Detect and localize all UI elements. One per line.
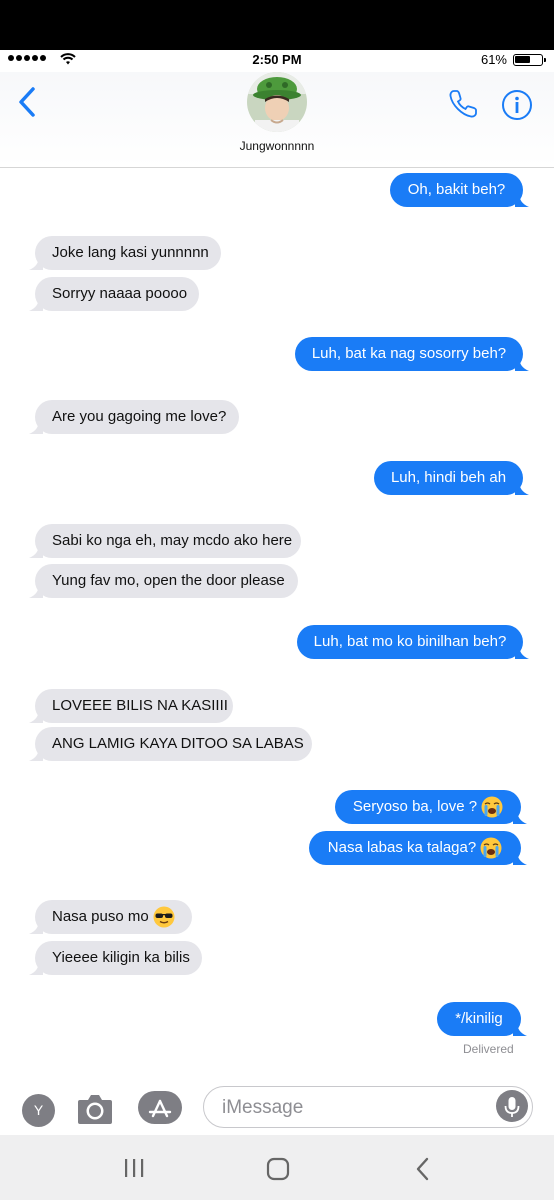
- bubble-tail: [29, 544, 43, 558]
- message-text: Seryoso ba, love ?: [352, 798, 478, 815]
- conversation-header: Jungwonnnnn: [0, 72, 554, 168]
- outgoing-message[interactable]: */kinilig: [437, 1002, 527, 1036]
- message-text: Oh, bakit beh?: [407, 181, 506, 198]
- message-text: Luh, hindi beh ah: [390, 469, 507, 486]
- imessage-input[interactable]: iMessage: [203, 1086, 533, 1128]
- incoming-message[interactable]: Yieeee kiligin ka bilis: [29, 941, 202, 975]
- bubble-tail: [515, 645, 529, 659]
- bubble-tail: [29, 256, 43, 270]
- outgoing-message[interactable]: Luh, bat ka nag sosorry beh?: [295, 337, 529, 371]
- microphone-button[interactable]: [496, 1090, 528, 1122]
- message-text: Joke lang kasi yunnnnn: [52, 244, 209, 261]
- home-icon[interactable]: [265, 1156, 291, 1182]
- back-nav-icon[interactable]: [412, 1156, 434, 1182]
- incoming-message[interactable]: Sabi ko nga eh, may mcdo ako here: [29, 524, 301, 558]
- bubble-tail: [513, 851, 527, 865]
- outgoing-message[interactable]: Oh, bakit beh?: [390, 173, 529, 207]
- delivered-label: Delivered: [463, 1042, 514, 1056]
- incoming-message[interactable]: LOVEEE BILIS NA KASIIII: [29, 689, 233, 723]
- bubble-tail: [29, 747, 43, 761]
- status-bar: 2:50 PM 61%: [0, 50, 554, 72]
- phone-icon[interactable]: [447, 88, 479, 120]
- outgoing-message[interactable]: Nasa labas ka talaga?: [309, 831, 527, 865]
- app-letter: Y: [33, 1102, 44, 1118]
- incoming-message[interactable]: Sorryy naaaa poooo: [29, 277, 199, 311]
- message-text: Nasa labas ka talaga?: [327, 839, 477, 856]
- message-text: Sorryy naaaa poooo: [52, 285, 188, 302]
- status-time: 2:50 PM: [252, 52, 302, 67]
- app-drawer-button[interactable]: Y: [22, 1094, 55, 1127]
- incoming-message[interactable]: Joke lang kasi yunnnnn: [29, 236, 221, 270]
- microphone-icon: [504, 1097, 520, 1117]
- bubble-tail: [29, 709, 43, 723]
- message-text: ANG LAMIG KAYA DITOO SA LABAS: [52, 735, 304, 752]
- loudly-crying-face-emoji-icon: [481, 796, 503, 818]
- incoming-message[interactable]: ANG LAMIG KAYA DITOO SA LABAS: [29, 727, 312, 761]
- recent-apps-icon[interactable]: [122, 1157, 146, 1179]
- app-store-button[interactable]: [138, 1091, 182, 1124]
- loudly-crying-face-emoji-icon: [480, 837, 502, 859]
- incoming-message[interactable]: Yung fav mo, open the door please: [29, 564, 298, 598]
- message-text: Sabi ko nga eh, may mcdo ako here: [52, 532, 293, 549]
- outgoing-message[interactable]: Luh, hindi beh ah: [374, 461, 529, 495]
- battery-percent: 61%: [480, 52, 507, 67]
- message-text: LOVEEE BILIS NA KASIIII: [52, 697, 228, 714]
- bubble-tail: [515, 193, 529, 207]
- message-text: Nasa puso mo: [52, 908, 149, 925]
- incoming-message[interactable]: Nasa puso mo: [29, 900, 192, 934]
- contact-name[interactable]: Jungwonnnnn: [0, 139, 554, 153]
- message-text: */kinilig: [455, 1010, 503, 1027]
- sunglasses-face-emoji-icon: [153, 906, 175, 928]
- contact-avatar[interactable]: [247, 72, 307, 132]
- outgoing-message[interactable]: Seryoso ba, love ?: [335, 790, 527, 824]
- imessage-placeholder: iMessage: [222, 1097, 304, 1118]
- message-text: Are you gagoing me love?: [52, 408, 227, 425]
- incoming-message[interactable]: Are you gagoing me love?: [29, 400, 239, 434]
- message-text: Luh, bat mo ko binilhan beh?: [313, 633, 507, 650]
- info-icon[interactable]: [501, 89, 533, 121]
- bubble-tail: [29, 961, 43, 975]
- back-chevron-icon[interactable]: [16, 86, 38, 118]
- app-store-icon: [148, 1099, 172, 1118]
- message-text: Luh, bat ka nag sosorry beh?: [311, 345, 507, 362]
- camera-icon[interactable]: [76, 1092, 114, 1126]
- message-text: Yieeee kiligin ka bilis: [52, 949, 190, 966]
- message-text: Yung fav mo, open the door please: [52, 572, 285, 589]
- android-nav-bar: [0, 1135, 554, 1200]
- bubble-tail: [29, 420, 43, 434]
- top-black-band: [0, 0, 554, 50]
- bubble-tail: [29, 297, 43, 311]
- bubble-tail: [513, 1022, 527, 1036]
- outgoing-message[interactable]: Luh, bat mo ko binilhan beh?: [297, 625, 529, 659]
- bubble-tail: [515, 481, 529, 495]
- composer-bar: Y iMessage: [0, 1080, 554, 1135]
- bubble-tail: [29, 920, 43, 934]
- bubble-tail: [515, 357, 529, 371]
- bubble-tail: [29, 584, 43, 598]
- bubble-tail: [513, 810, 527, 824]
- battery-icon: [513, 54, 546, 66]
